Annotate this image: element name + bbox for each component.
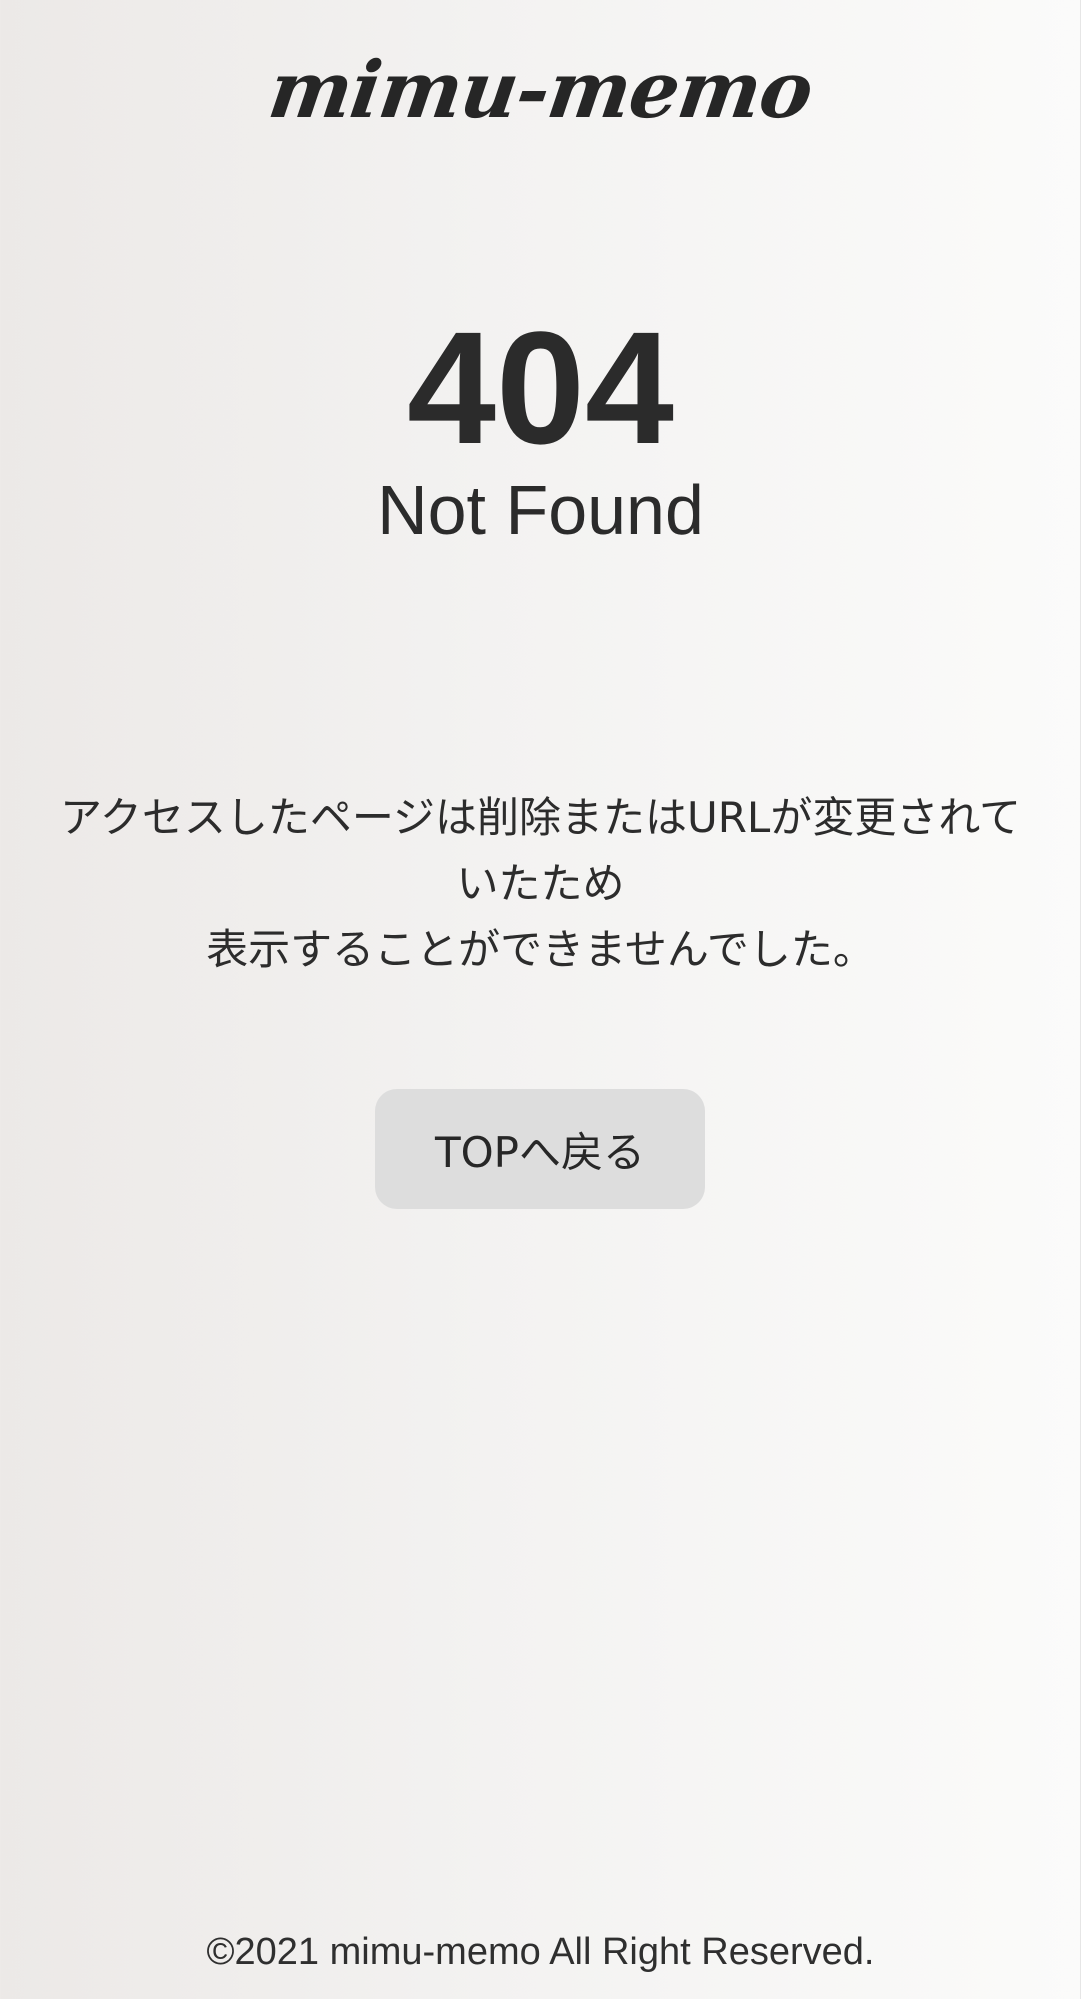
error-message: アクセスしたページは削除またはURLが変更されて いたため 表示することができま…	[30, 785, 1051, 983]
footer-copyright: ©2021 mimu-memo All Right Reserved.	[206, 1931, 875, 1973]
error-title: Not Found	[377, 471, 704, 549]
error-message-line-2: いたため	[456, 859, 625, 908]
site-logo[interactable]: mimu-memo	[0, 45, 1081, 136]
error-message-line-1: アクセスしたページは削除またはURLが変更されて	[59, 793, 1022, 842]
error-code: 404	[407, 298, 674, 477]
error-message-line-3: 表示することができませんでした。	[206, 925, 875, 974]
back-to-top-button[interactable]: TOPへ戻る	[375, 1089, 705, 1209]
